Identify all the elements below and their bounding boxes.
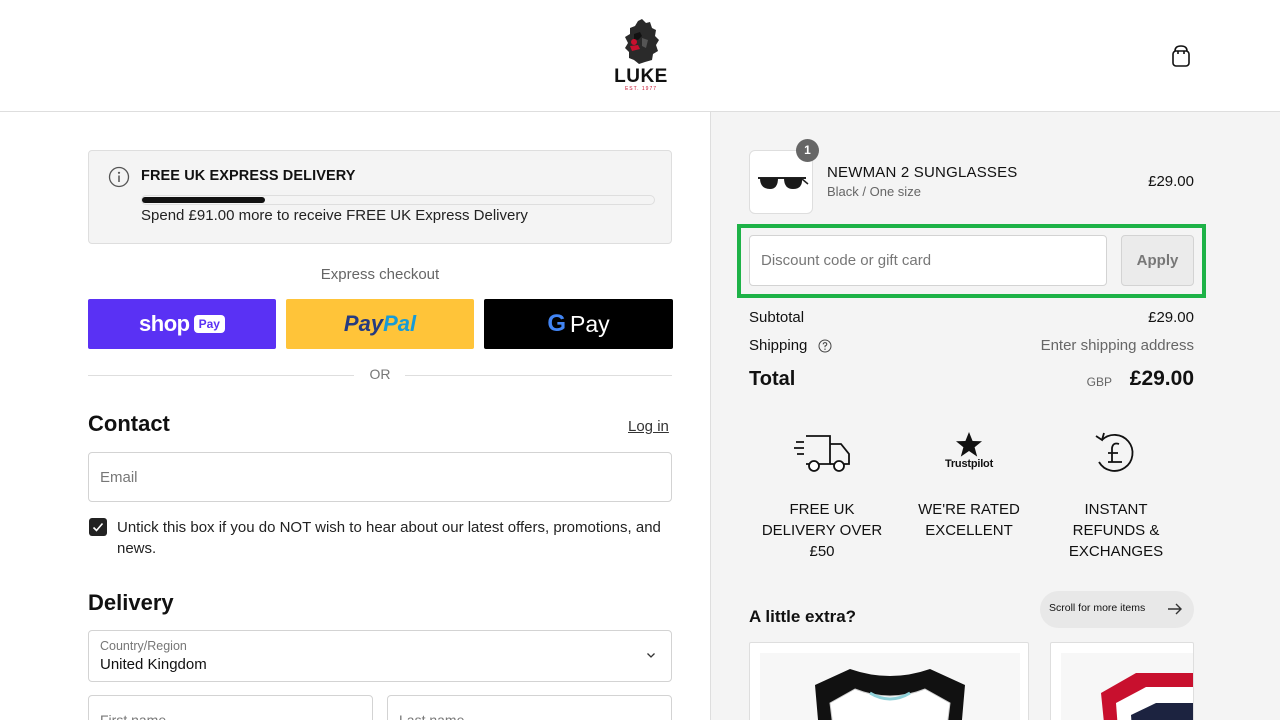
or-divider-text: OR	[369, 366, 391, 382]
perk-refunds-text: INSTANT REFUNDS & EXCHANGES	[1068, 501, 1164, 560]
last-name-placeholder: Last name	[399, 712, 465, 720]
luke-logo[interactable]: LUKE EST. 1977	[612, 18, 670, 94]
product-price: £29.00	[1148, 173, 1194, 190]
scroll-more-items-button[interactable]: Scroll for more items	[1040, 591, 1194, 628]
subtotal-label: Subtotal	[749, 309, 805, 326]
google-g-icon: G	[547, 310, 567, 337]
pound-refund-icon	[1095, 432, 1134, 472]
marketing-opt-in-checkbox[interactable]	[89, 518, 107, 536]
country-region-value: United Kingdom	[100, 656, 207, 673]
shopping-bag-icon[interactable]	[1170, 44, 1192, 68]
info-icon	[108, 166, 130, 188]
upsell-product-image	[1061, 653, 1193, 720]
perk-rated-text: WE'RE RATED EXCELLENT	[918, 501, 1020, 539]
subtotal-value: £29.00	[1148, 309, 1194, 326]
total-currency: GBP	[1086, 375, 1112, 389]
delivery-truck-icon	[794, 435, 850, 472]
delivery-progress-fill	[142, 197, 265, 203]
question-mark-icon[interactable]	[818, 339, 832, 353]
trustpilot-star-icon	[956, 432, 982, 457]
express-checkout-label: Express checkout	[320, 266, 440, 283]
paypal-wordmark: PayPal	[344, 311, 416, 337]
quantity-badge: 1	[796, 139, 819, 162]
product-variant: Black / One size	[827, 184, 921, 199]
scroll-more-items-label: Scroll for more items	[1049, 602, 1146, 614]
logo-established: EST. 1977	[624, 86, 658, 92]
arrow-right-icon	[1168, 603, 1182, 615]
paypal-wordmark-pay: Pay	[343, 311, 384, 336]
country-region-select[interactable]: Country/Region United Kingdom	[88, 630, 672, 682]
checkmark-icon	[92, 522, 104, 532]
logo-wordmark: LUKE	[614, 66, 668, 87]
trustpilot-wordmark: Trustpilot	[944, 458, 994, 470]
upsell-product-card[interactable]	[1050, 642, 1194, 720]
free-delivery-banner: FREE UK EXPRESS DELIVERY Spend £91.00 mo…	[88, 150, 672, 244]
last-name-field[interactable]: Last name	[387, 695, 672, 720]
contact-heading: Contact	[88, 411, 170, 436]
google-pay-wordmark: Pay	[570, 310, 610, 337]
divider-right	[405, 375, 672, 376]
upsell-heading: A little extra?	[749, 607, 857, 626]
shipping-label: Shipping	[749, 337, 808, 354]
apply-discount-button[interactable]: Apply	[1121, 235, 1194, 286]
lion-head-icon	[625, 19, 659, 64]
delivery-heading: Delivery	[88, 590, 174, 615]
divider-left	[88, 375, 354, 376]
google-pay-button[interactable]: G Pay	[484, 299, 673, 349]
perk-free-delivery-text: FREE UK DELIVERY OVER £50	[761, 501, 883, 560]
banner-message: Spend £91.00 more to receive FREE UK Exp…	[141, 207, 528, 224]
discount-code-input[interactable]	[749, 235, 1107, 286]
chevron-down-icon	[647, 653, 655, 658]
delivery-progress-bar	[141, 195, 655, 205]
total-label: Total	[749, 368, 796, 390]
email-field[interactable]	[88, 452, 672, 502]
paypal-wordmark-pal: Pal	[383, 311, 417, 336]
shop-pay-button[interactable]: shop Pay	[88, 299, 276, 349]
shop-pay-wordmark: shop	[139, 311, 190, 336]
upsell-product-card[interactable]	[749, 642, 1029, 720]
country-region-label: Country/Region	[100, 639, 187, 653]
total-value: £29.00	[1129, 367, 1194, 390]
tshirt-image	[1101, 673, 1193, 720]
first-name-field[interactable]: First name	[88, 695, 373, 720]
first-name-placeholder: First name	[100, 712, 167, 720]
product-name: NEWMAN 2 SUNGLASSES	[827, 164, 1018, 181]
banner-title: FREE UK EXPRESS DELIVERY	[141, 168, 356, 184]
tshirt-image	[815, 669, 965, 720]
paypal-button[interactable]: PayPal	[286, 299, 474, 349]
site-header: LUKE EST. 1977	[0, 0, 1280, 112]
marketing-opt-in-label: Untick this box if you do NOT wish to he…	[117, 519, 661, 557]
shop-pay-badge: Pay	[193, 315, 225, 333]
upsell-product-image	[760, 653, 1020, 720]
shipping-value: Enter shipping address	[1040, 337, 1194, 354]
log-in-link[interactable]: Log in	[628, 418, 669, 435]
